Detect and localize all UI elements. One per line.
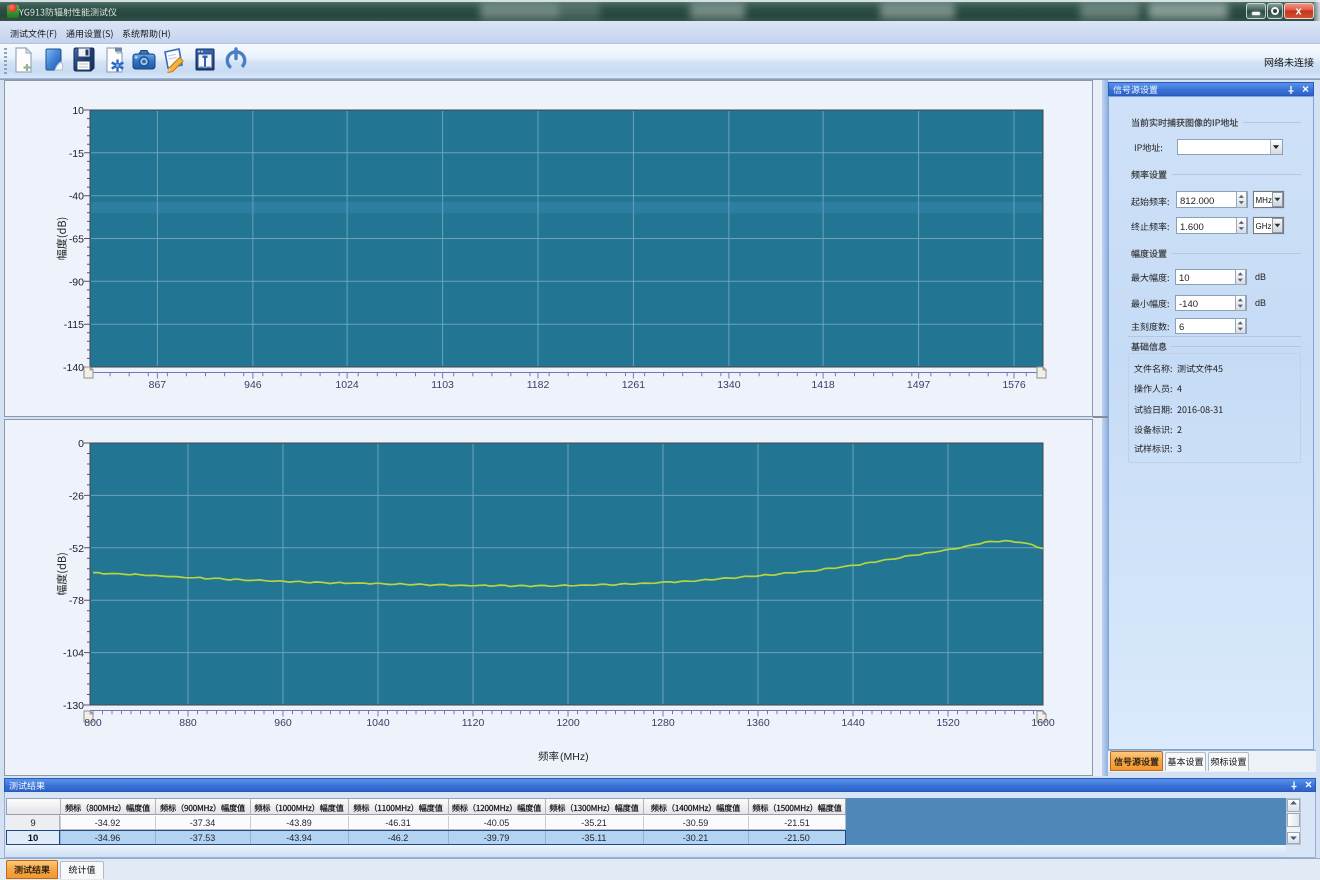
svg-text:-46.31: -46.31	[385, 818, 411, 828]
svg-text:-40: -40	[69, 191, 84, 203]
svg-text:-130: -130	[63, 700, 84, 712]
svg-text:-26: -26	[69, 490, 84, 502]
svg-text:-43.89: -43.89	[286, 818, 312, 828]
svg-text:6: 6	[1179, 322, 1184, 333]
svg-text:GHz: GHz	[1256, 222, 1272, 231]
svg-text:1418: 1418	[811, 379, 835, 391]
svg-text:1440: 1440	[841, 717, 865, 729]
svg-text:1340: 1340	[717, 379, 741, 391]
svg-text:MHz: MHz	[1256, 196, 1272, 205]
svg-text:-15: -15	[69, 148, 84, 160]
svg-text:-104: -104	[63, 648, 84, 660]
svg-text:1600: 1600	[1031, 717, 1055, 729]
svg-text:1024: 1024	[335, 379, 359, 391]
svg-text:1120: 1120	[462, 717, 485, 729]
svg-text:1040: 1040	[366, 717, 390, 729]
svg-text:1182: 1182	[527, 379, 550, 391]
svg-text:-35.21: -35.21	[581, 818, 607, 828]
svg-text:1280: 1280	[651, 717, 675, 729]
svg-text:-21.51: -21.51	[784, 818, 810, 828]
svg-text:960: 960	[274, 717, 292, 729]
svg-text:x: x	[1295, 6, 1302, 18]
svg-text:-78: -78	[69, 595, 84, 607]
svg-text:1261: 1261	[622, 379, 646, 391]
svg-text:(MHz): (MHz)	[560, 751, 589, 763]
svg-text:-39.79: -39.79	[484, 833, 510, 843]
svg-text:dB: dB	[1255, 298, 1266, 308]
svg-text:-40.05: -40.05	[484, 818, 510, 828]
svg-text:1520: 1520	[936, 717, 960, 729]
svg-text:-52: -52	[69, 543, 84, 555]
svg-text:880: 880	[179, 717, 197, 729]
svg-text:10: 10	[28, 833, 39, 844]
svg-text:1497: 1497	[907, 379, 931, 391]
svg-text:-140: -140	[1179, 299, 1198, 310]
svg-text:9: 9	[30, 818, 35, 829]
svg-text:812.000: 812.000	[1180, 196, 1214, 207]
svg-text:-21.50: -21.50	[784, 833, 810, 843]
svg-text:10: 10	[1179, 273, 1190, 284]
svg-text:-34.96: -34.96	[95, 833, 121, 843]
svg-text:-35.11: -35.11	[582, 833, 607, 843]
svg-text:-37.34: -37.34	[190, 818, 216, 828]
svg-text:1576: 1576	[1002, 379, 1026, 391]
svg-text:-34.92: -34.92	[95, 818, 121, 828]
svg-text:1.600: 1.600	[1180, 222, 1204, 233]
svg-text:1200: 1200	[556, 717, 580, 729]
svg-text:1360: 1360	[746, 717, 770, 729]
svg-text:dB: dB	[1255, 272, 1266, 282]
svg-text:-30.59: -30.59	[683, 818, 709, 828]
svg-text:-140: -140	[63, 362, 84, 374]
svg-text:800: 800	[84, 717, 102, 729]
svg-text:-43.94: -43.94	[286, 833, 312, 843]
svg-text:10: 10	[72, 105, 84, 117]
svg-text:-115: -115	[64, 319, 84, 331]
svg-text:-37.53: -37.53	[190, 833, 216, 843]
svg-text:867: 867	[149, 379, 167, 391]
svg-text:-90: -90	[69, 276, 84, 288]
svg-text:1103: 1103	[431, 379, 454, 391]
svg-text:-65: -65	[69, 234, 84, 246]
svg-text:-46.2: -46.2	[388, 833, 409, 843]
svg-text:-30.21: -30.21	[683, 833, 709, 843]
svg-text:0: 0	[78, 438, 84, 450]
svg-text:946: 946	[244, 379, 262, 391]
